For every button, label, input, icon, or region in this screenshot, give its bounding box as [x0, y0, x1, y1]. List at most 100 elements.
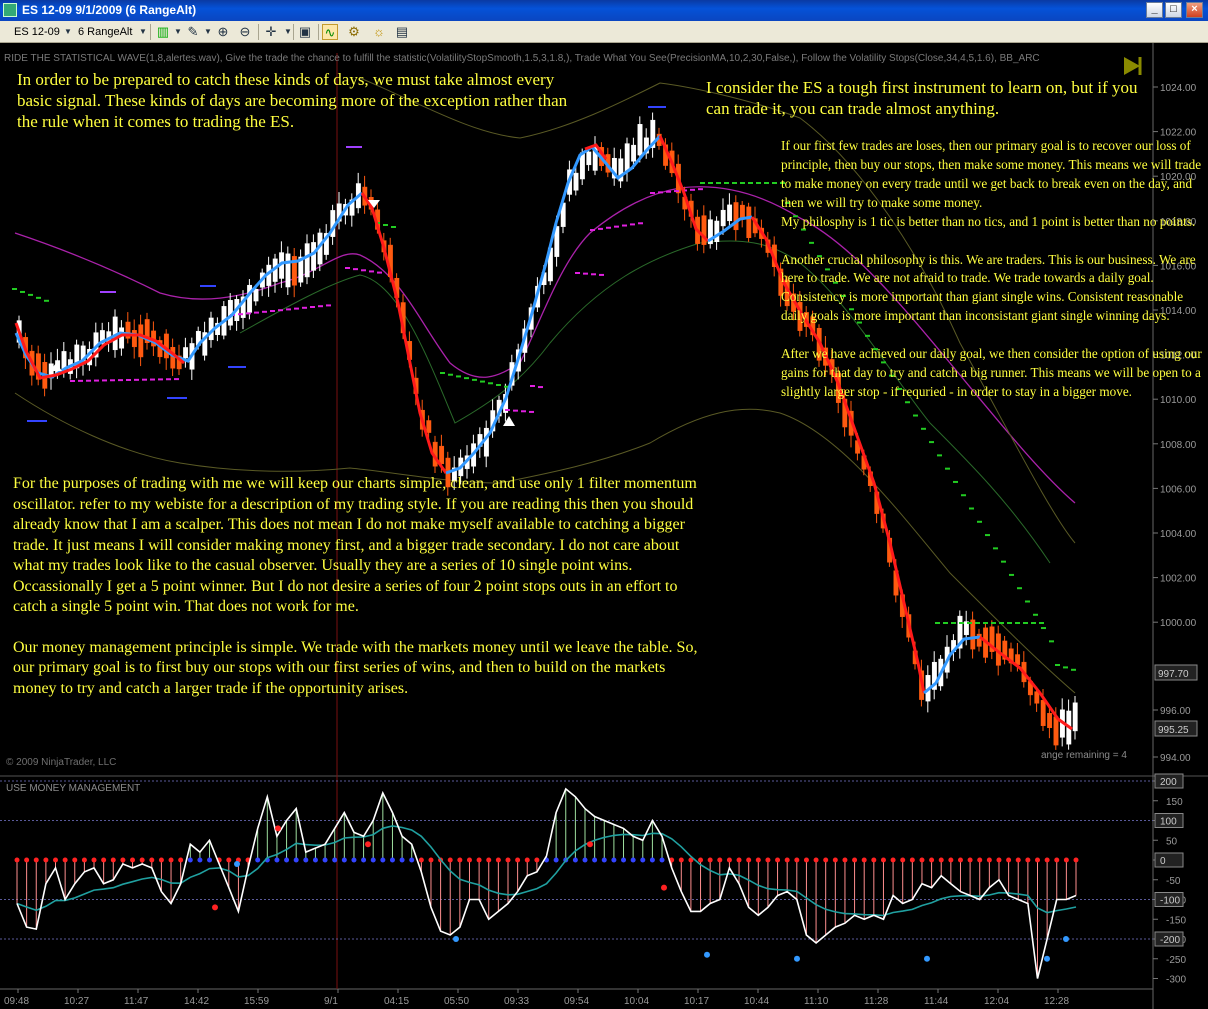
close-button[interactable]: × [1186, 2, 1203, 18]
oscillator-dot [832, 857, 838, 863]
oscillator-dot [1034, 857, 1040, 863]
oscillator-marker-label: -100 [1160, 896, 1180, 907]
oscillator-dot [957, 857, 963, 863]
oscillator-dot [91, 857, 97, 863]
oscillator-tick-label: 50 [1166, 836, 1178, 847]
period-selector[interactable]: 6 RangeAlt [78, 24, 132, 40]
time-tick-label: 10:44 [744, 996, 769, 1007]
price-bar [1034, 691, 1040, 704]
oscillator-dot [14, 857, 20, 863]
oscillator-dot [698, 857, 704, 863]
oscillator-dot [187, 857, 193, 863]
oscillator-dot [322, 857, 328, 863]
note-money-management: Our money management principle is simple… [13, 638, 698, 697]
price-bar [624, 143, 630, 172]
strategies-icon[interactable]: ⚙ [346, 24, 362, 40]
data-box-icon[interactable]: ▤ [394, 24, 410, 40]
time-tick-label: 09:33 [504, 996, 529, 1007]
time-tick-label: 11:28 [864, 996, 889, 1007]
bar-style-icon[interactable]: ▥ [155, 24, 171, 40]
copyright-text: © 2009 NinjaTrader, LLC [6, 757, 116, 768]
price-bar [285, 253, 291, 288]
price-marker-current: 995.25 [1154, 720, 1198, 737]
note-daily-goal: After we have achieved our daily goal, w… [781, 346, 1202, 399]
price-tick-label: 1006.00 [1160, 484, 1197, 495]
oscillator-dot [861, 857, 867, 863]
oscillator-dot [303, 857, 309, 863]
time-tick-label: 12:28 [1044, 996, 1069, 1007]
oscillator-dot [486, 857, 492, 863]
oscillator-dot [784, 857, 790, 863]
oscillator-dot [120, 857, 126, 863]
price-tick-label: 1004.00 [1160, 529, 1197, 540]
oscillator-dot [659, 857, 665, 863]
oscillator-dot [592, 857, 598, 863]
oscillator-dot [842, 857, 848, 863]
price-bar [311, 242, 317, 271]
draw-pencil-icon[interactable]: ✎ [185, 24, 201, 40]
oscillator-dot [24, 857, 30, 863]
price-tick-label: 1002.00 [1160, 574, 1197, 585]
oscillator-marker-label: -200 [1160, 935, 1180, 946]
oscillator-dot [418, 857, 424, 863]
time-tick-label: 12:04 [984, 996, 1009, 1007]
dropdown-arrow-icon[interactable]: ▼ [60, 24, 76, 40]
oscillator-dot [871, 857, 877, 863]
properties-icon[interactable]: ▣ [297, 24, 313, 40]
minimize-button[interactable]: _ [1146, 2, 1163, 18]
oscillator-dot [938, 857, 944, 863]
price-bar [1040, 700, 1046, 726]
dropdown-arrow-icon[interactable]: ▼ [170, 24, 186, 40]
chart-toolbar: ES 12-09 ▼ 6 RangeAlt ▼ ▥ ▼ ✎ ▼ ⊕ ⊖ ✛ ▼ … [0, 21, 1208, 43]
price-bar [739, 204, 745, 218]
oscillator-dot [572, 857, 578, 863]
dropdown-arrow-icon[interactable]: ▼ [200, 24, 216, 40]
oscillator-dot [341, 857, 347, 863]
oscillator-dot [1063, 857, 1069, 863]
price-bar [586, 151, 592, 166]
oscillator-dot [457, 857, 463, 863]
oscillator-dot [178, 857, 184, 863]
price-bar [733, 202, 739, 231]
oscillator-dot [1006, 857, 1012, 863]
oscillator-tick-label: -150 [1166, 915, 1186, 926]
oscillator-dot [428, 857, 434, 863]
dropdown-arrow-icon[interactable]: ▼ [135, 24, 151, 40]
oscillator-dot [649, 857, 655, 863]
note-trading-style: For the purposes of trading with me we w… [13, 474, 703, 699]
svg-text:997.70: 997.70 [1158, 669, 1189, 680]
oscillator-dot [351, 857, 357, 863]
oscillator-dot [33, 857, 39, 863]
crosshair-icon[interactable]: ✛ [263, 24, 279, 40]
price-bar [714, 220, 720, 242]
oscillator-dot [284, 857, 290, 863]
oscillator-dot [948, 857, 954, 863]
oscillator-dot [139, 857, 145, 863]
oscillator-dot [755, 857, 761, 863]
oscillator-dot [890, 857, 896, 863]
oscillator-dot [505, 857, 511, 863]
price-bar [637, 124, 643, 156]
oscillator-dot [53, 857, 59, 863]
window-titlebar[interactable]: ES 12-09 9/1/2009 (6 RangeAlt) _ □ × [0, 0, 1208, 21]
price-tick-label: 994.00 [1160, 753, 1191, 764]
oscillator-dot [466, 857, 472, 863]
oscillator-marker-label: 100 [1160, 817, 1177, 828]
zoom-out-icon[interactable]: ⊖ [237, 24, 253, 40]
oscillator-dot [534, 857, 540, 863]
oscillator-dot [168, 857, 174, 863]
oscillator-dot [361, 857, 367, 863]
price-bar [720, 209, 726, 227]
note-tough-instrument: I consider the ES a tough first instrume… [706, 78, 1138, 118]
lightbulb-icon[interactable]: ☼ [371, 24, 387, 40]
oscillator-dot [110, 857, 116, 863]
maximize-button[interactable]: □ [1165, 2, 1182, 18]
oscillator-dot [399, 857, 405, 863]
oscillator-dot [524, 857, 530, 863]
indicators-icon[interactable]: ∿ [322, 24, 338, 40]
zoom-in-icon[interactable]: ⊕ [215, 24, 231, 40]
note-tic-philosophy: My philosphy is 1 tic is better than no … [781, 213, 1196, 229]
instrument-selector[interactable]: ES 12-09 [14, 24, 60, 40]
oscillator-dot [515, 857, 521, 863]
oscillator-dot [370, 857, 376, 863]
